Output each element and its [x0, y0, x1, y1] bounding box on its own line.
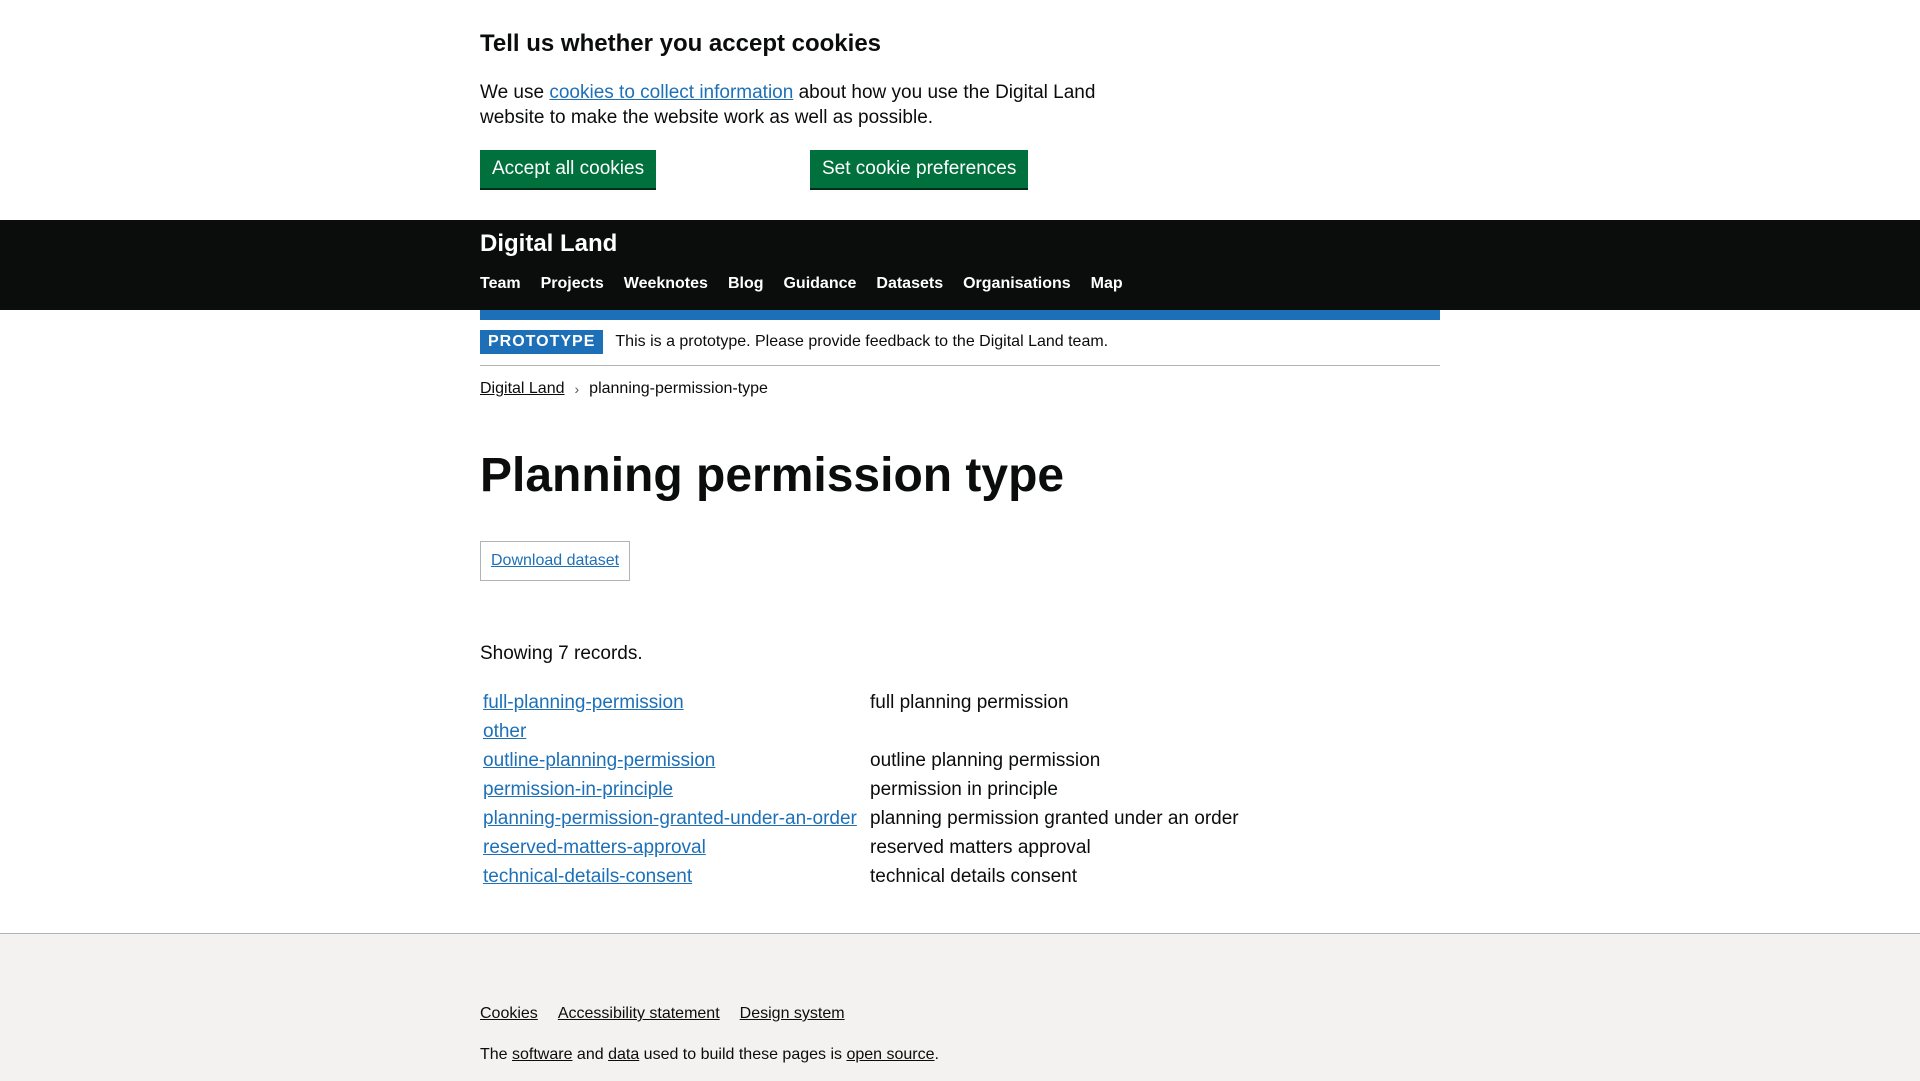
record-link[interactable]: technical-details-consent — [483, 866, 692, 887]
nav-weeknotes[interactable]: Weeknotes — [624, 275, 708, 293]
table-row: full-planning-permission full planning p… — [480, 688, 1242, 717]
cookie-info-link[interactable]: cookies to collect information — [549, 82, 793, 103]
software-link[interactable]: software — [512, 1046, 572, 1063]
phase-text: This is a prototype. Please provide feed… — [615, 333, 1109, 350]
footer-note-text: The — [480, 1046, 513, 1063]
cookie-text-start: We use — [480, 82, 550, 103]
table-row: technical-details-consent technical deta… — [480, 862, 1242, 891]
record-name: full planning permission — [870, 692, 1069, 713]
footer-note-text: . — [934, 1046, 939, 1063]
open-source-link[interactable]: open source — [846, 1046, 934, 1063]
footer-note-text: and — [572, 1046, 609, 1063]
breadcrumb-current: planning-permission-type — [589, 380, 768, 397]
nav-blog[interactable]: Blog — [728, 275, 764, 293]
record-name: planning permission granted under an ord… — [870, 808, 1239, 829]
footer-cookies-link[interactable]: Cookies — [480, 1005, 538, 1023]
nav-team[interactable]: Team — [480, 275, 521, 293]
record-name — [867, 717, 1242, 746]
record-link[interactable]: permission-in-principle — [483, 779, 673, 800]
download-box: Download dataset — [480, 541, 631, 581]
record-name: reserved matters approval — [870, 837, 1091, 858]
record-name: permission in principle — [870, 779, 1058, 800]
table-row: outline-planning-permission outline plan… — [480, 746, 1242, 775]
cookie-heading: Tell us whether you accept cookies — [480, 30, 882, 57]
table-row: reserved-matters-approval reserved matte… — [480, 833, 1242, 862]
table-row: other — [480, 717, 1242, 746]
cookie-banner: Tell us whether you accept cookies We us… — [0, 0, 1920, 220]
record-link[interactable]: other — [483, 721, 526, 742]
records-table: full-planning-permission full planning p… — [480, 688, 1242, 891]
record-link[interactable]: full-planning-permission — [483, 692, 684, 713]
nav-organisations[interactable]: Organisations — [963, 275, 1071, 293]
page-title: Planning permission type — [480, 449, 1065, 502]
accept-cookies-button[interactable]: Accept all cookies — [480, 150, 657, 188]
main-nav: Team Projects Weeknotes Blog Guidance Da… — [480, 275, 1123, 293]
record-name: technical details consent — [870, 866, 1078, 887]
table-row: planning-permission-granted-under-an-ord… — [480, 804, 1242, 833]
footer-note: The software and data used to build thes… — [480, 1046, 939, 1064]
cookie-preferences-button[interactable]: Set cookie preferences — [810, 150, 1029, 188]
record-link[interactable]: reserved-matters-approval — [483, 837, 706, 858]
footer-accessibility-link[interactable]: Accessibility statement — [558, 1005, 720, 1023]
record-name: outline planning permission — [870, 750, 1101, 771]
download-dataset-link[interactable]: Download dataset — [491, 552, 619, 569]
footer-note-text: used to build these pages is — [639, 1046, 847, 1063]
cookie-text: We use cookies to collect information ab… — [480, 80, 1120, 130]
site-footer: Cookies Accessibility statement Design s… — [0, 933, 1920, 1081]
chevron-right-icon: › — [574, 381, 580, 397]
site-header: Digital Land Team Projects Weeknotes Blo… — [0, 220, 1920, 310]
header-accent-bar — [480, 310, 1440, 320]
data-link[interactable]: data — [608, 1046, 639, 1063]
nav-map[interactable]: Map — [1091, 275, 1123, 293]
site-logo[interactable]: Digital Land — [480, 230, 617, 258]
footer-links: Cookies Accessibility statement Design s… — [480, 1005, 845, 1023]
phase-banner: PROTOTYPE This is a prototype. Please pr… — [480, 330, 1440, 366]
prototype-tag: PROTOTYPE — [480, 330, 604, 354]
breadcrumb-home-link[interactable]: Digital Land — [480, 380, 565, 398]
record-link[interactable]: planning-permission-granted-under-an-ord… — [483, 808, 857, 829]
nav-guidance[interactable]: Guidance — [783, 275, 856, 293]
footer-design-system-link[interactable]: Design system — [740, 1005, 845, 1023]
nav-projects[interactable]: Projects — [541, 275, 604, 293]
record-count: Showing 7 records. — [480, 643, 643, 664]
breadcrumb: Digital Land › planning-permission-type — [480, 380, 768, 398]
record-link[interactable]: outline-planning-permission — [483, 750, 715, 771]
nav-datasets[interactable]: Datasets — [876, 275, 943, 293]
table-row: permission-in-principle permission in pr… — [480, 775, 1242, 804]
